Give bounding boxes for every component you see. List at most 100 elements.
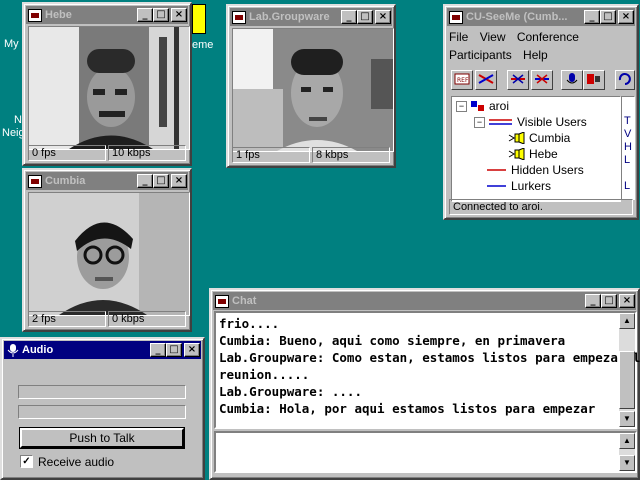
desktop-label-my: My — [4, 38, 19, 50]
expand-minus-icon[interactable]: − — [456, 100, 467, 112]
disconnect-tool-button[interactable] — [475, 70, 497, 90]
kbps-readout: 0 kbps — [108, 311, 186, 327]
menu-help[interactable]: Help — [523, 48, 548, 62]
video-window-hebe[interactable]: Hebe _ □ × 0 fps 10 kbps — [22, 2, 192, 166]
cuseeme-window[interactable]: CU-SeeMe (Cumb... _ □ × File View Confer… — [443, 4, 639, 220]
menubar-row2: Participants Help — [449, 48, 556, 62]
receive-tool-button[interactable] — [531, 70, 553, 90]
side-letter: L — [624, 154, 631, 166]
menu-participants[interactable]: Participants — [449, 48, 512, 62]
minimize-button[interactable]: _ — [585, 294, 601, 308]
receive-audio-checkbox[interactable]: ✓ — [20, 455, 33, 468]
minimize-button[interactable]: _ — [341, 10, 357, 24]
scroll-up-icon[interactable]: ▲ — [619, 433, 635, 449]
scroll-down-icon[interactable]: ▼ — [619, 455, 635, 471]
expand-minus-icon[interactable]: − — [474, 116, 485, 128]
app-icon — [232, 10, 246, 24]
ref-tool-button[interactable]: REF — [451, 70, 473, 90]
tree-hidden-label: Hidden Users — [511, 163, 584, 177]
titlebar-cumbia[interactable]: Cumbia _ □ × — [26, 172, 188, 190]
tree-user-cumbia[interactable]: Cumbia — [508, 131, 570, 145]
tree-node-root[interactable]: − aroi — [456, 99, 509, 113]
chat-lines: frio.... Cumbia: Bueno, aqui como siempr… — [219, 315, 640, 417]
close-button[interactable]: × — [375, 10, 391, 24]
maximize-button[interactable]: □ — [357, 10, 373, 24]
video-feed-cumbia — [28, 192, 190, 316]
maximize-button[interactable]: □ — [600, 10, 616, 24]
chat-line: Lab.Groupware: Como estan, estamos listo… — [219, 350, 640, 365]
push-to-talk-button[interactable]: Push to Talk — [20, 428, 184, 448]
lurkers-icon — [487, 185, 506, 187]
tree-user-hebe[interactable]: Hebe — [508, 147, 558, 161]
window-title: Hebe — [45, 9, 72, 21]
titlebar-chat[interactable]: Chat _ □ × — [213, 292, 636, 310]
minimize-button[interactable]: _ — [137, 174, 153, 188]
scroll-up-icon[interactable]: ▲ — [619, 313, 635, 329]
chat-window[interactable]: Chat _ □ × frio.... Cumbia: Bueno, aqui … — [209, 288, 640, 480]
scroll-down-icon[interactable]: ▼ — [619, 411, 635, 427]
close-button[interactable]: × — [619, 294, 635, 308]
desktop-label-n: N — [14, 114, 22, 126]
tree-node-hidden[interactable]: Hidden Users — [486, 163, 584, 177]
maximize-button[interactable]: □ — [153, 174, 169, 188]
speaker-tool-button[interactable] — [583, 70, 605, 90]
output-level-meter — [18, 405, 186, 419]
side-letter: H — [624, 141, 632, 153]
microphone-icon — [7, 343, 19, 357]
close-button[interactable]: × — [618, 10, 634, 24]
chat-input[interactable]: ▲ ▼ — [214, 431, 637, 473]
minimize-button[interactable]: _ — [150, 343, 166, 357]
mic-tool-button[interactable] — [561, 70, 583, 90]
app-icon — [215, 294, 229, 308]
menu-view[interactable]: View — [480, 30, 506, 44]
desktop-label-eme: eme — [192, 39, 214, 51]
chat-scrollbar[interactable]: ▲ ▼ — [619, 313, 635, 427]
minimize-button[interactable]: _ — [137, 8, 153, 22]
side-letter: L — [624, 180, 631, 192]
window-title: Lab.Groupware — [249, 11, 330, 23]
close-button[interactable]: × — [184, 343, 200, 357]
window-title: CU-SeeMe (Cumb... — [466, 11, 568, 23]
app-icon — [28, 8, 42, 22]
titlebar-cuseeme[interactable]: CU-SeeMe (Cumb... _ □ × — [447, 8, 635, 26]
titlebar-hebe[interactable]: Hebe _ □ × — [26, 6, 188, 24]
participant-tree: − aroi − Visible Users Cumbia Hebe Hidde… — [451, 96, 621, 202]
statusbar-groupware: 1 fps 8 kbps — [232, 147, 390, 163]
menu-conference[interactable]: Conference — [517, 30, 579, 44]
refresh-tool-button[interactable] — [615, 70, 635, 90]
menubar: File View Conference — [449, 30, 587, 44]
input-scrollbar[interactable]: ▲ ▼ — [619, 433, 635, 471]
minimize-button[interactable]: _ — [584, 10, 600, 24]
maximize-button[interactable]: □ — [166, 343, 182, 357]
tree-root-label: aroi — [489, 99, 510, 113]
video-window-groupware[interactable]: Lab.Groupware _ □ × 1 fps 8 kbps — [226, 4, 396, 168]
tree-node-visible[interactable]: − Visible Users — [474, 115, 587, 129]
network-icon — [471, 101, 484, 111]
svg-text:REF: REF — [457, 77, 469, 84]
side-letter: V — [624, 128, 632, 140]
tree-lurkers-label: Lurkers — [511, 179, 552, 193]
close-button[interactable]: × — [171, 174, 187, 188]
chat-line: Cumbia: Bueno, aqui como siempre, en pri… — [219, 333, 566, 348]
chat-line: Lab.Groupware: .... — [219, 384, 362, 399]
desktop-yellow-tab[interactable] — [192, 4, 206, 34]
menu-file[interactable]: File — [449, 30, 468, 44]
video-feed-hebe — [28, 26, 190, 150]
maximize-button[interactable]: □ — [601, 294, 617, 308]
app-icon — [28, 174, 42, 188]
send-tool-button[interactable] — [507, 70, 529, 90]
statusbar-hebe: 0 fps 10 kbps — [28, 145, 186, 161]
titlebar-groupware[interactable]: Lab.Groupware _ □ × — [230, 8, 392, 26]
kbps-readout: 8 kbps — [312, 147, 390, 163]
tree-node-lurkers[interactable]: Lurkers — [486, 179, 551, 193]
audio-window[interactable]: Audio _ □ × Push to Talk ✓ Receive audio — [0, 337, 205, 480]
scroll-thumb[interactable] — [619, 351, 635, 409]
close-button[interactable]: × — [171, 8, 187, 22]
fps-readout: 0 fps — [28, 145, 106, 161]
titlebar-audio[interactable]: Audio _ □ × — [4, 341, 201, 359]
app-icon — [449, 10, 463, 24]
maximize-button[interactable]: □ — [153, 8, 169, 22]
kbps-readout: 10 kbps — [108, 145, 186, 161]
chat-transcript[interactable]: frio.... Cumbia: Bueno, aqui como siempr… — [214, 311, 640, 429]
video-window-cumbia[interactable]: Cumbia _ □ × 2 fps 0 kbps — [22, 168, 192, 332]
